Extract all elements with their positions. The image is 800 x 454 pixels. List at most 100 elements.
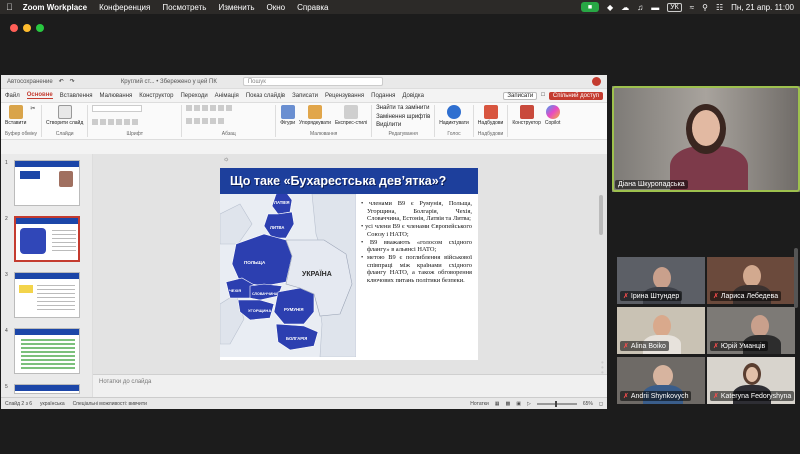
designer-ideas-icon[interactable]: ☼ — [223, 156, 229, 163]
designer-button[interactable]: Конструктор — [512, 105, 541, 126]
share-button[interactable]: Спільний доступ — [548, 91, 603, 100]
battery-icon[interactable]: ▬ — [651, 3, 659, 12]
participant-tile[interactable]: ✗ Andrii Shynkovych — [617, 357, 705, 404]
participant-face — [746, 367, 758, 382]
current-slide[interactable]: Що таке «Бухарестська дев’ятка»? ЛАТВІЯ … — [220, 168, 478, 360]
undo-icon[interactable]: ↶ — [59, 78, 64, 85]
gallery-more-icon[interactable]: • • • — [601, 359, 604, 377]
thumbnail-number: 5 — [5, 384, 8, 390]
slide-thumbnails[interactable]: 1 2 3 4 5 — [1, 154, 93, 397]
slide-editor[interactable]: ☼ Що таке «Бухарестська дев’ятка»? ЛАТВІ… — [93, 154, 607, 397]
slide-thumb[interactable] — [14, 160, 80, 206]
reading-view-icon[interactable]: ▣ — [516, 401, 521, 407]
participant-tile[interactable]: ✗ Ірина Штундер — [617, 257, 705, 304]
copilot-button[interactable]: Copilot — [544, 105, 561, 126]
participant-tile[interactable]: ✗ Alina Boiko — [617, 307, 705, 354]
gallery-scrollbar[interactable] — [794, 248, 798, 308]
zoom-camera-icon[interactable]: ■ — [581, 2, 600, 12]
normal-view-icon[interactable]: ▦ — [495, 401, 500, 407]
map-label-romania: РУМУНІЯ — [284, 307, 304, 312]
slide-thumb[interactable] — [14, 328, 80, 374]
font-name-field[interactable] — [92, 105, 143, 112]
autosave-toggle[interactable]: Автосохранение — [7, 79, 53, 85]
thumbnail-3[interactable]: 3 — [5, 272, 80, 318]
tab-design[interactable]: Конструктор — [139, 93, 173, 99]
quick-styles-button[interactable]: Експрес-стилі — [335, 105, 367, 126]
apple-icon[interactable]:  — [6, 2, 13, 12]
arrange-label: Упорядкувати — [299, 120, 331, 126]
font-format-buttons — [92, 118, 177, 125]
slide-thumb[interactable] — [14, 384, 80, 394]
cloud-icon[interactable]: ☁ — [621, 3, 629, 12]
accessibility-status[interactable]: Спеціальні можливості: вивчити — [73, 401, 147, 407]
ppt-titlebar: Автосохранение ↶ ↷ Круглий ст... • Збере… — [1, 75, 607, 89]
comments-icon[interactable]: □ — [541, 92, 545, 100]
redo-icon[interactable]: ↷ — [70, 78, 75, 85]
notes-button[interactable]: Нотатки — [470, 401, 488, 407]
participant-name: ✗ Юрій Уманців — [710, 341, 769, 351]
menu-help[interactable]: Справка — [297, 3, 328, 12]
dropbox-icon[interactable]: ◆ — [607, 3, 613, 12]
thumbnail-2[interactable]: 2 — [5, 216, 80, 262]
ppt-vertical-scrollbar[interactable] — [599, 195, 603, 235]
menu-view[interactable]: Посмотреть — [162, 3, 206, 12]
arrange-icon — [307, 105, 322, 119]
arrange-button[interactable]: Упорядкувати — [299, 105, 331, 126]
language-indicator[interactable]: українська — [40, 401, 65, 407]
copilot-label: Copilot — [544, 120, 561, 126]
search-input[interactable]: Пошук — [242, 77, 383, 86]
music-icon[interactable]: ♫ — [637, 3, 643, 12]
clock[interactable]: Пн, 21 апр. 11:00 — [731, 3, 794, 12]
notes-pane[interactable]: Нотатки до слайда — [93, 374, 607, 397]
zoom-slider[interactable] — [536, 400, 577, 407]
tab-review[interactable]: Рецензування — [325, 93, 364, 99]
tab-animations[interactable]: Анімація — [215, 93, 239, 99]
record-button[interactable]: Записати — [503, 91, 538, 100]
tab-insert[interactable]: Вставлення — [60, 93, 93, 99]
thumbnail-1[interactable]: 1 — [5, 160, 80, 206]
dictate-button[interactable]: Надиктувати — [439, 105, 469, 126]
tab-home[interactable]: Основне — [26, 92, 53, 99]
user-avatar[interactable] — [592, 77, 601, 86]
participant-tile[interactable]: ✗ Лариса Лебедева — [707, 257, 795, 304]
tab-record[interactable]: Записати — [292, 93, 318, 99]
tab-slideshow[interactable]: Показ слайдів — [246, 93, 285, 99]
menu-window[interactable]: Окно — [267, 3, 286, 12]
new-slide-label: Створити слайд — [46, 120, 84, 126]
tab-transitions[interactable]: Переходи — [180, 93, 207, 99]
app-menu[interactable]: Zoom Workplace — [23, 3, 87, 12]
menu-edit[interactable]: Изменить — [218, 3, 254, 12]
slide-thumb[interactable] — [14, 272, 80, 318]
shapes-button[interactable]: Фігури — [280, 105, 295, 126]
participant-face — [653, 315, 671, 337]
slideshow-icon[interactable]: ▷ — [527, 401, 531, 407]
participant-tile[interactable]: ✗ Юрій Уманців — [707, 307, 795, 354]
sorter-view-icon[interactable]: ▩ — [506, 401, 511, 407]
menu-conference[interactable]: Конференция — [99, 3, 150, 12]
control-center-icon[interactable]: ☷ — [716, 3, 723, 12]
find-button[interactable]: Знайти та замінити — [376, 105, 430, 111]
tab-help[interactable]: Довідка — [402, 93, 424, 99]
maximize-window-button[interactable] — [36, 24, 44, 32]
select-button[interactable]: Виділити — [376, 122, 430, 128]
zoom-level[interactable]: 65% — [583, 401, 593, 407]
replace-fonts-button[interactable]: Замінення шрифтів — [376, 114, 430, 120]
paste-button[interactable]: Вставити — [5, 105, 26, 126]
search-icon[interactable]: ⚲ — [702, 3, 708, 12]
close-window-button[interactable] — [10, 24, 18, 32]
addins-button[interactable]: Надбудови — [478, 105, 503, 126]
tab-draw[interactable]: Малювання — [100, 93, 133, 99]
new-slide-button[interactable]: Створити слайд — [46, 105, 83, 126]
wifi-icon[interactable]: ≈ — [690, 3, 694, 12]
minimize-window-button[interactable] — [23, 24, 31, 32]
cut-icon[interactable]: ✂ — [30, 105, 35, 126]
participant-tile[interactable]: ✗ Kateryna Fedoryshyna — [707, 357, 795, 404]
slide-thumb-selected[interactable] — [14, 216, 80, 262]
thumbnail-4[interactable]: 4 — [5, 328, 80, 374]
tab-view[interactable]: Подання — [371, 93, 395, 99]
fit-slide-icon[interactable]: ◻ — [599, 401, 603, 407]
tab-file[interactable]: Файл — [5, 93, 20, 99]
thumbnail-5[interactable]: 5 — [5, 384, 80, 394]
participant-name: ✗ Ірина Штундер — [620, 291, 683, 301]
keyboard-layout[interactable]: УК — [667, 2, 682, 12]
